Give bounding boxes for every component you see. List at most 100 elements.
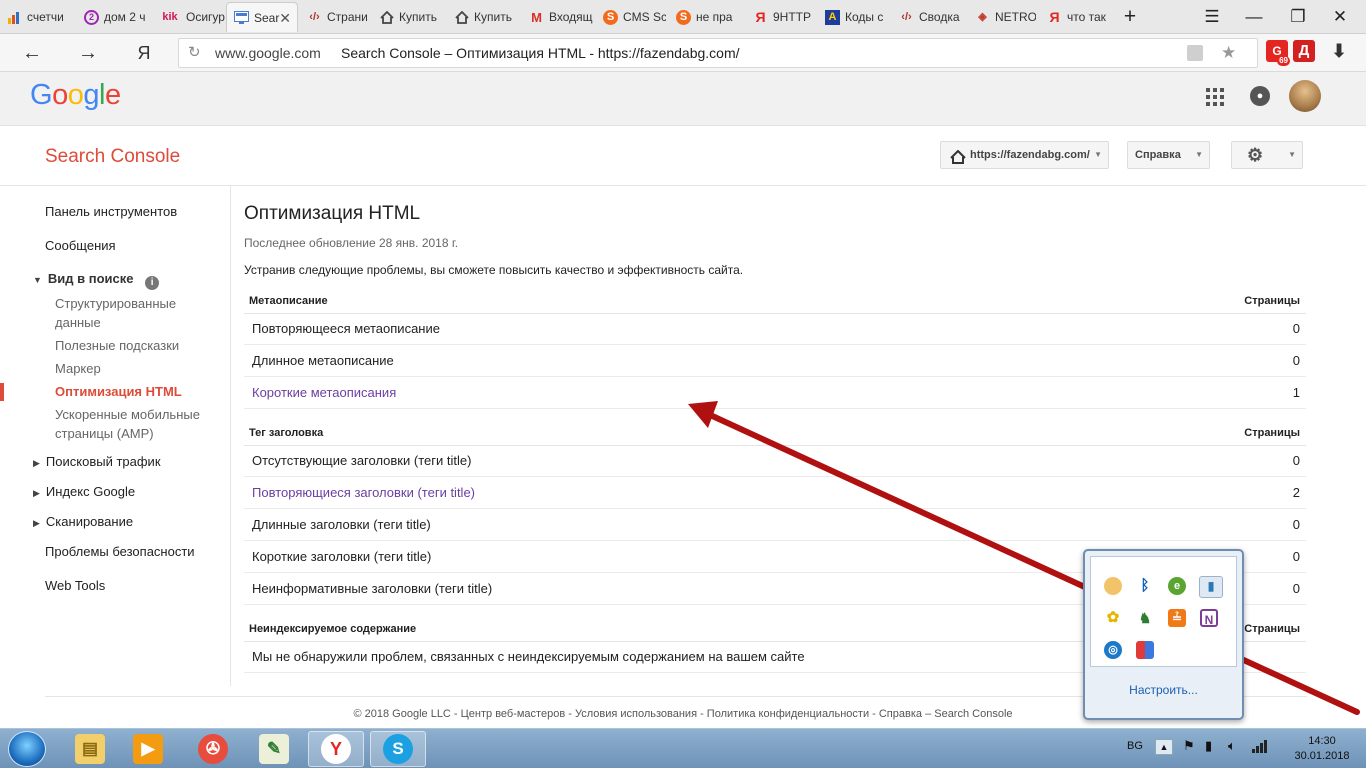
flag-icon[interactable]: ⚑ [1183,738,1195,754]
orange-s-icon: S [603,9,618,25]
yandex-home-button[interactable]: Я [130,40,158,66]
clock[interactable]: 14:30 30.01.2018 [1282,734,1362,764]
row-count: 1 [1292,385,1300,400]
language-indicator[interactable]: BG [1127,740,1143,752]
avatar[interactable] [1289,80,1321,112]
tray-app-icon[interactable]: ≟ [1168,609,1186,627]
sidebar-item-data-highlighter[interactable]: Маркер [55,359,101,378]
sidebar-item-structured-data[interactable]: Структурированные данные [55,294,225,332]
row-label: Повторяющееся метаописание [252,321,440,336]
browser-tab[interactable]: ‹/› Сводка [892,2,964,32]
browser-tab[interactable]: счетчи [0,2,76,32]
customize-link[interactable]: Настроить... [1085,683,1242,697]
browser-tab[interactable]: Купить [447,2,521,32]
taskbar-media-player[interactable]: ▶ [120,731,176,767]
taskbar-skype[interactable]: S [370,731,426,767]
lock-icon[interactable] [1187,45,1203,61]
network-signal-icon[interactable] [1252,739,1268,756]
taskbar-video-app[interactable]: ✇ [185,731,241,767]
evernote-icon[interactable]: e [1168,577,1186,595]
browser-tab[interactable]: ‹/› Страни [300,2,370,32]
house-icon [379,10,394,25]
extension-badge-icon[interactable]: 69 G [1266,40,1290,66]
google-logo[interactable]: Google [30,79,121,112]
taskbar-yandex-browser[interactable]: Y [308,731,364,767]
logo-letter: o [52,79,68,111]
start-button[interactable] [8,731,46,767]
tray-app-icon[interactable]: ◎ [1104,641,1122,659]
notifications-bell-icon[interactable]: ● [1250,86,1270,106]
house-icon [454,10,469,25]
help-button[interactable]: Справка ▼ [1127,141,1210,169]
search-console-title[interactable]: Search Console [45,146,180,168]
browser-tab[interactable]: S не пра [669,2,741,32]
volume-icon[interactable]: 🔈︎ [1228,738,1236,754]
sidebar-item-html-improvements[interactable]: Оптимизация HTML [55,382,182,401]
row-count: 0 [1292,549,1300,564]
sidebar-item-messages[interactable]: Сообщения [45,236,116,255]
site-selector-button[interactable]: https://fazendabg.com/ ▼ [940,141,1109,169]
browser-tab[interactable]: M Входящ [522,2,594,32]
notepad-chart-icon: ✎ [259,734,289,764]
bluetooth-icon[interactable]: ᛒ [1136,577,1154,595]
tray-app-icon[interactable]: ✿ [1104,609,1122,627]
yandex-icon: Я [755,8,766,25]
orange-s-icon: S [676,9,691,25]
row-count: 0 [1292,581,1300,596]
taskbar-notes[interactable]: ✎ [246,731,302,767]
sidebar-item-search-traffic[interactable]: ▶ Поисковый трафик [33,452,161,473]
sidebar-item-rich-cards[interactable]: Полезные подсказки [55,336,179,355]
browser-tab[interactable]: S CMS Sc [596,2,666,32]
new-tab-button[interactable]: + [1112,4,1148,30]
chevron-down-icon: ▼ [1288,150,1296,159]
tray-app-icon[interactable] [1136,641,1154,659]
minimize-button[interactable]: — [1236,4,1272,30]
sidebar-item-web-tools[interactable]: Web Tools [45,576,105,595]
browser-tab[interactable]: Я что так [1040,2,1114,32]
apps-grid-icon[interactable] [1206,88,1224,106]
browser-tab[interactable]: A Коды с [818,2,890,32]
code-icon: ‹/› [901,10,912,23]
sidebar-item-security-issues[interactable]: Проблемы безопасности [45,542,195,561]
sidebar-item-google-index[interactable]: ▶ Индекс Google [33,482,135,503]
short-meta-descriptions-link[interactable]: Короткие метаописания [252,385,396,400]
tray-app-icon[interactable]: ♞ [1136,609,1154,627]
tray-app-icon[interactable]: ▮ [1199,576,1223,598]
close-tab-icon[interactable]: ✕ [279,10,291,27]
taskbar-explorer[interactable]: ▤ [62,731,118,767]
forward-arrow-icon[interactable]: → [74,40,102,66]
browser-tab-active[interactable]: Sear ✕ [226,2,298,32]
settings-button[interactable]: ⚙ ▼ [1231,141,1303,169]
browser-tab[interactable]: kik Осигур [152,2,225,32]
tray-app-icon[interactable] [1104,577,1122,595]
restore-button[interactable]: ❐ [1280,4,1316,30]
download-icon[interactable]: ⬇ [1328,40,1350,62]
browser-tab[interactable]: Я 9HTTP [746,2,816,32]
row-label: Длинное метаописание [252,353,394,368]
menu-icon[interactable]: ☰ [1194,4,1230,30]
bookmark-star-icon[interactable]: ★ [1221,39,1236,67]
extension-badge-count: 69 [1277,56,1290,66]
sidebar-item-dashboard[interactable]: Панель инструментов [45,202,177,221]
battery-icon[interactable]: ▮ [1205,738,1212,754]
reload-icon[interactable]: ↻ [188,39,201,67]
chevron-down-icon: ▼ [1094,150,1102,159]
sidebar-item-amp[interactable]: Ускоренные мобильные страницы (AMP) [55,405,215,443]
info-icon[interactable]: i [145,276,160,290]
logo-letter: g [83,79,99,111]
back-arrow-icon[interactable]: ← [18,40,46,66]
no-issues-message: Мы не обнаружили проблем, связанных с не… [252,649,805,664]
browser-tab[interactable]: ◈ NETRO [968,2,1036,32]
folder-icon: ▤ [75,734,105,764]
onenote-icon[interactable]: N [1200,609,1218,627]
extension-d-icon[interactable]: Д [1293,40,1315,62]
browser-tab[interactable]: 2 дом 2 ч [77,2,151,32]
row-count: 0 [1292,321,1300,336]
close-window-button[interactable]: ✕ [1322,4,1358,30]
sidebar-item-crawl[interactable]: ▶ Сканирование [33,512,133,533]
sidebar-item-search-appearance[interactable]: ▼ Вид в поиске i [33,269,160,290]
browser-tab[interactable]: Купить [372,2,446,32]
duplicate-titles-link[interactable]: Повторяющиеся заголовки (теги title) [252,485,475,500]
address-field[interactable]: ↻ www.google.com Search Console – Оптими… [178,38,1258,68]
show-hidden-icons-button[interactable]: ▲ [1155,739,1173,755]
